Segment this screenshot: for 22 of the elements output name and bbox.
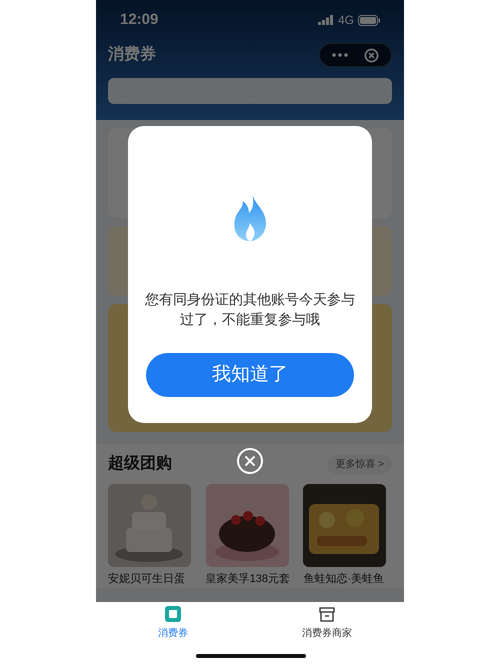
more-link[interactable]: 更多惊喜 > <box>327 454 392 474</box>
ticket-icon <box>165 606 181 622</box>
product-title: 安妮贝可生日蛋 <box>108 572 186 587</box>
search-field[interactable] <box>108 78 392 104</box>
product-title: 鱼蛙知恋·美蛙鱼 <box>303 572 385 587</box>
network-label: 4G <box>338 12 354 29</box>
page-title: 消费券 <box>108 44 156 65</box>
confirm-button[interactable]: 我知道了 <box>146 353 354 397</box>
close-icon[interactable] <box>237 448 263 474</box>
close-icon[interactable] <box>364 48 379 62</box>
flame-icon <box>232 193 268 243</box>
section-title: 超级团购 <box>108 454 172 474</box>
product-title: 皇家美孚138元套 <box>206 572 292 587</box>
store-icon <box>319 606 335 622</box>
capsule-control[interactable] <box>319 43 392 67</box>
tab-item[interactable]: 消费券商家 <box>282 606 372 641</box>
more-icon[interactable] <box>332 53 348 57</box>
battery-icon <box>358 14 380 26</box>
signal-icon <box>318 15 334 25</box>
status-time: 12:09 <box>120 10 158 30</box>
tab-item[interactable]: 消费券 <box>128 606 218 641</box>
dialog-message: 您有同身份证的其他账号今天参与过了，不能重复参与哦 <box>144 290 356 329</box>
